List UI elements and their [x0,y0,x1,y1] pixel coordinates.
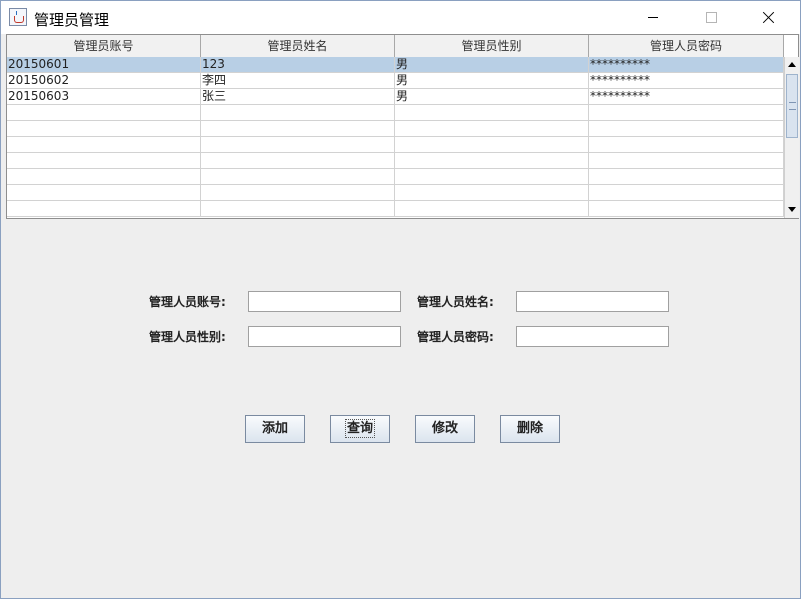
column-header-name[interactable]: 管理员姓名 [201,35,395,57]
cell-name: 张三 [201,89,395,105]
cell-gender [395,121,589,137]
table-row[interactable] [7,185,784,201]
scrollbar-thumb[interactable] [786,74,798,138]
table-row[interactable] [7,137,784,153]
cell-account: 20150602 [7,73,201,89]
add-button-label: 添加 [261,421,288,436]
scroll-up-icon[interactable] [785,57,799,73]
gender-input[interactable] [248,326,401,347]
vertical-scrollbar[interactable] [784,57,799,218]
password-input[interactable] [516,326,669,347]
cell-password [589,169,784,185]
cell-name: 李四 [201,73,395,89]
cell-account [7,137,201,153]
account-input[interactable] [248,291,401,312]
scroll-down-icon[interactable] [785,202,799,218]
cell-password [589,201,784,217]
cell-password: ********** [589,89,784,105]
table-row[interactable] [7,201,784,217]
maximize-icon[interactable] [687,1,733,34]
cell-password [589,137,784,153]
admin-table[interactable]: 管理员账号 管理员姓名 管理员性别 管理人员密码 20150601 123 男 … [6,34,799,219]
cell-gender [395,169,589,185]
cell-name: 123 [201,57,395,73]
close-icon[interactable] [745,1,791,34]
modify-button[interactable]: 修改 [415,415,475,443]
cell-gender: 男 [395,57,589,73]
cell-name [201,121,395,137]
add-button[interactable]: 添加 [245,415,305,443]
cell-name [201,137,395,153]
gender-label: 管理人员性别: [149,330,226,344]
column-header-account[interactable]: 管理员账号 [7,35,201,57]
cell-password [589,121,784,137]
table-row[interactable]: 20150603 张三 男 ********** [7,89,784,105]
minimize-icon[interactable] [630,1,676,34]
cell-password [589,153,784,169]
query-button[interactable]: 查询 [330,415,390,443]
password-label: 管理人员密码: [417,330,494,344]
cell-account: 20150601 [7,57,201,73]
account-label: 管理人员账号: [149,295,226,309]
table-row[interactable] [7,153,784,169]
cell-password: ********** [589,73,784,89]
cell-gender [395,137,589,153]
table-row[interactable] [7,105,784,121]
delete-button[interactable]: 删除 [500,415,560,443]
cell-gender: 男 [395,73,589,89]
cell-gender [395,153,589,169]
cell-name [201,153,395,169]
cell-account [7,105,201,121]
cell-account [7,153,201,169]
table-body: 20150601 123 男 ********** 20150602 李四 男 … [7,57,784,218]
admin-management-window: 管理员管理 管理员账号 管理员姓名 管理员性别 管理人员密码 20150601 … [0,0,801,599]
table-row[interactable]: 20150602 李四 男 ********** [7,73,784,89]
table-row[interactable]: 20150601 123 男 ********** [7,57,784,73]
cell-password [589,105,784,121]
cell-password: ********** [589,57,784,73]
cell-name [201,169,395,185]
cell-name [201,201,395,217]
delete-button-label: 删除 [516,421,543,436]
cell-gender [395,105,589,121]
table-row[interactable] [7,169,784,185]
name-input[interactable] [516,291,669,312]
table-row[interactable] [7,121,784,137]
column-header-password[interactable]: 管理人员密码 [589,35,784,57]
cell-name [201,185,395,201]
java-cup-icon [9,8,27,26]
cell-gender [395,201,589,217]
table-header: 管理员账号 管理员姓名 管理员性别 管理人员密码 [7,35,784,58]
cell-password [589,185,784,201]
cell-account [7,169,201,185]
window-title: 管理员管理 [34,11,110,29]
cell-account [7,185,201,201]
cell-gender [395,185,589,201]
cell-account [7,201,201,217]
cell-account: 20150603 [7,89,201,105]
column-header-gender[interactable]: 管理员性别 [395,35,589,57]
modify-button-label: 修改 [431,421,458,436]
cell-account [7,121,201,137]
cell-name [201,105,395,121]
title-bar[interactable]: 管理员管理 [1,1,800,34]
cell-gender: 男 [395,89,589,105]
query-button-label: 查询 [344,419,376,438]
name-label: 管理人员姓名: [417,295,494,309]
